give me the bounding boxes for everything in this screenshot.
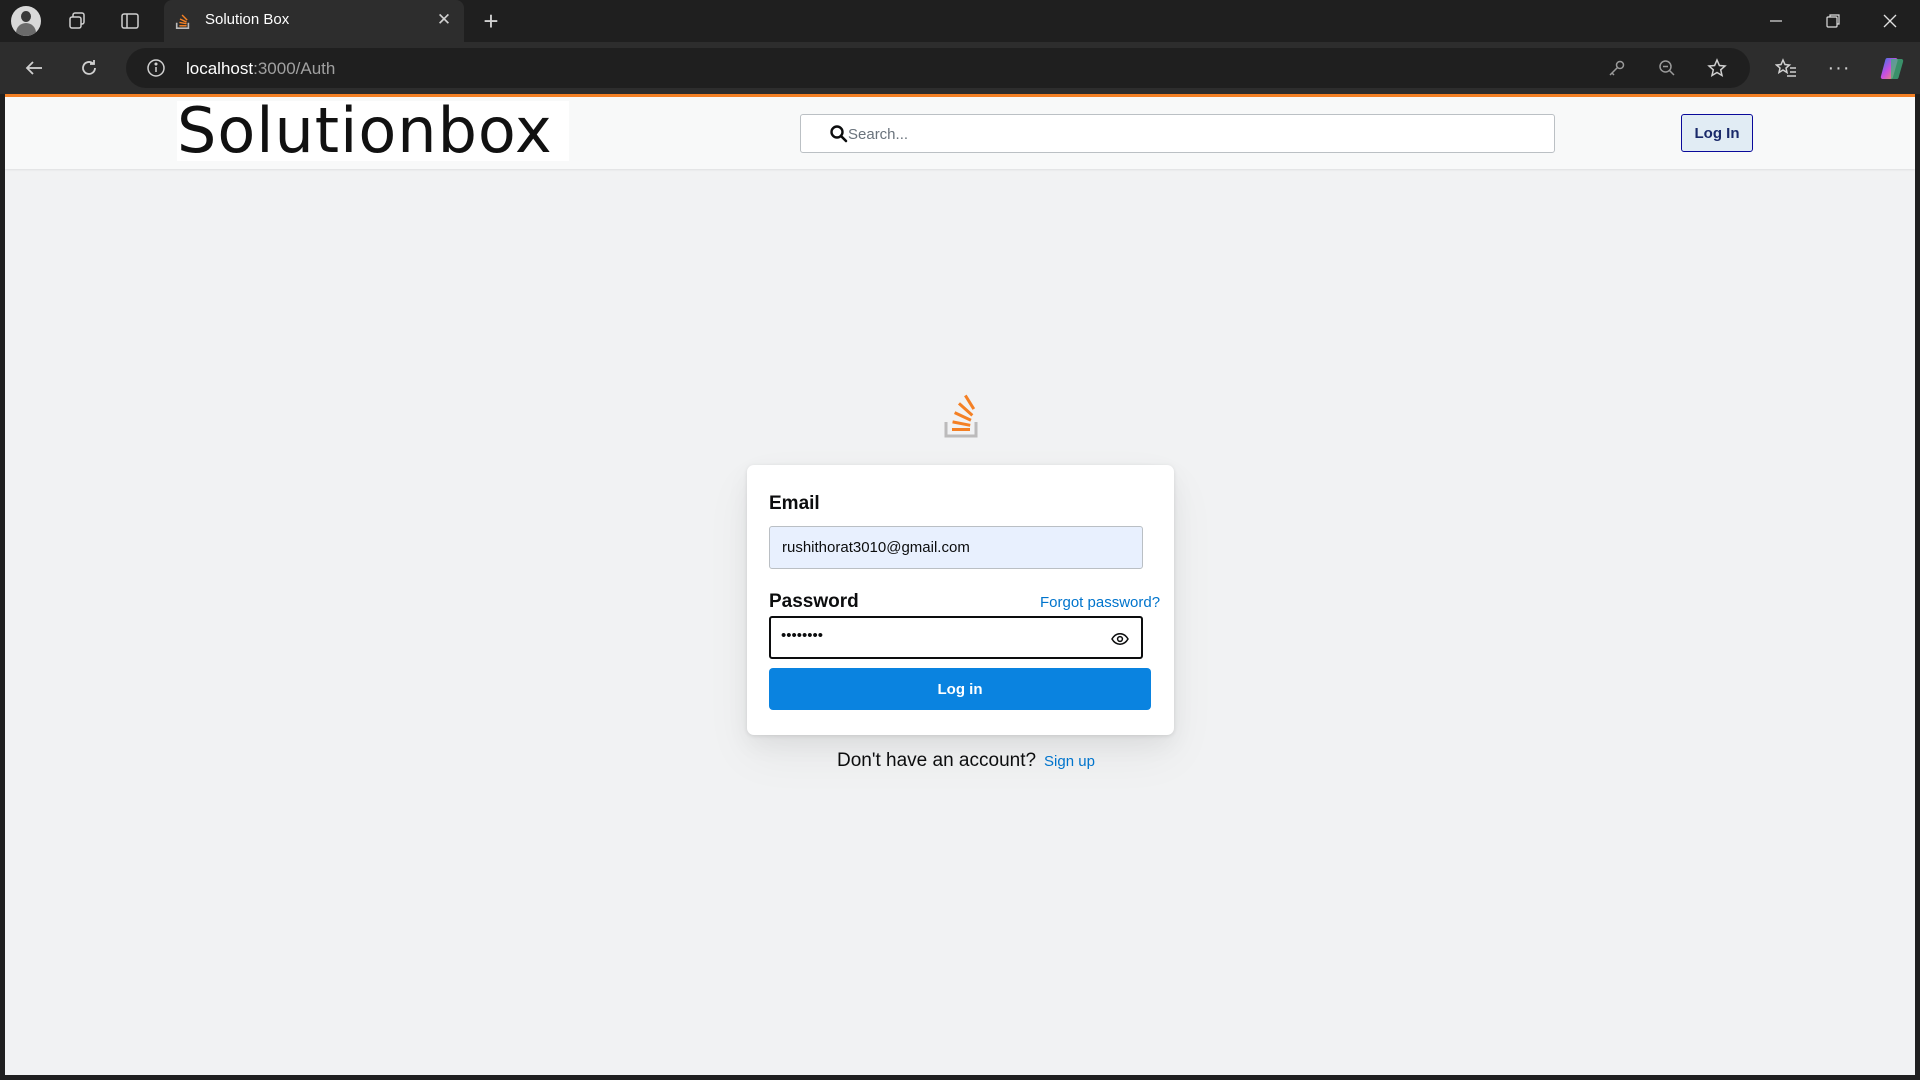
vertical-tabs-icon[interactable] bbox=[117, 10, 143, 32]
url-host: localhost bbox=[186, 59, 254, 78]
browser-titlebar: Solution Box ✕ + bbox=[0, 0, 1920, 42]
page-viewport: Solutionbox Log In Email rushithorat3010… bbox=[5, 94, 1915, 1075]
signup-prompt: Don't have an account? Sign up bbox=[837, 750, 1095, 772]
password-field[interactable]: •••••••• bbox=[769, 616, 1143, 659]
stackoverflow-favicon-icon bbox=[175, 14, 190, 30]
more-menu-icon[interactable]: ··· bbox=[1827, 56, 1851, 80]
url-field[interactable]: localhost:3000/Auth bbox=[126, 48, 1750, 88]
tab-title: Solution Box bbox=[205, 11, 290, 28]
password-label: Password bbox=[769, 591, 859, 612]
browser-tab-active[interactable]: Solution Box ✕ bbox=[164, 0, 464, 42]
site-logo[interactable]: Solutionbox bbox=[177, 94, 569, 167]
favorites-icon[interactable] bbox=[1774, 56, 1798, 80]
refresh-icon[interactable] bbox=[77, 56, 101, 80]
close-window-icon[interactable] bbox=[1862, 0, 1918, 42]
url-path: :3000/Auth bbox=[253, 59, 336, 78]
header-login-button[interactable]: Log In bbox=[1681, 114, 1753, 152]
back-icon[interactable] bbox=[22, 56, 46, 80]
browser-addressbar: localhost:3000/Auth ··· bbox=[0, 42, 1920, 94]
email-field[interactable]: rushithorat3010@gmail.com bbox=[769, 526, 1143, 569]
signup-question: Don't have an account? bbox=[837, 750, 1037, 771]
favorite-star-icon[interactable] bbox=[1707, 58, 1727, 78]
search-icon bbox=[830, 125, 848, 143]
login-submit-button[interactable]: Log in bbox=[769, 668, 1151, 710]
tab-close-icon[interactable]: ✕ bbox=[434, 10, 454, 30]
restore-icon[interactable] bbox=[1805, 0, 1861, 42]
search-box[interactable] bbox=[800, 114, 1555, 153]
copilot-icon[interactable] bbox=[1879, 55, 1905, 81]
profile-avatar[interactable] bbox=[11, 6, 41, 36]
logo-text: Solutionbox bbox=[177, 94, 553, 167]
workspaces-icon[interactable] bbox=[64, 10, 90, 32]
search-input[interactable] bbox=[848, 122, 1538, 146]
window-bottom-border bbox=[0, 1075, 1920, 1080]
stackoverflow-logo-icon bbox=[944, 394, 978, 438]
signup-link[interactable]: Sign up bbox=[1044, 753, 1095, 770]
login-card: Email rushithorat3010@gmail.com Password… bbox=[747, 465, 1174, 735]
password-masked-value: •••••••• bbox=[781, 627, 824, 644]
site-topbar: Solutionbox Log In bbox=[5, 94, 1915, 169]
password-key-icon[interactable] bbox=[1607, 58, 1627, 78]
url-text: localhost:3000/Auth bbox=[186, 59, 335, 79]
email-label: Email bbox=[769, 493, 820, 514]
site-info-icon[interactable] bbox=[146, 58, 166, 78]
show-password-eye-icon[interactable] bbox=[1110, 629, 1130, 649]
forgot-password-link[interactable]: Forgot password? bbox=[1040, 594, 1160, 611]
minimize-icon[interactable] bbox=[1748, 0, 1804, 42]
new-tab-icon[interactable]: + bbox=[478, 6, 504, 36]
zoom-out-icon[interactable] bbox=[1657, 58, 1677, 78]
